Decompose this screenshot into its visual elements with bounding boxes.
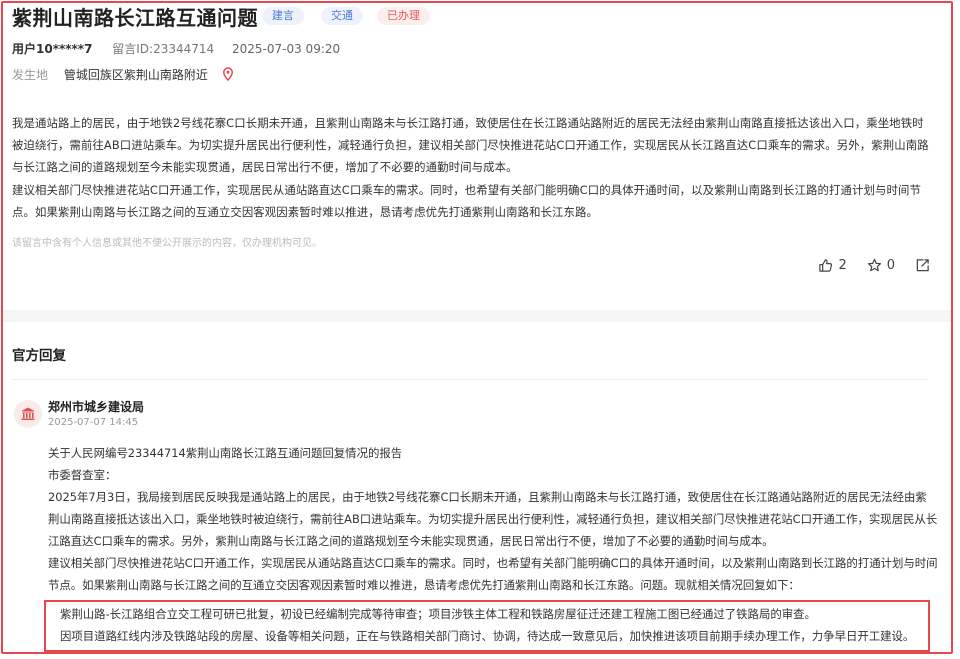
reply-line: 市委督查室： [48,468,117,482]
post-paragraph: 我是通站路上的居民，由于地铁2号线花寨C口长期未开通，且紫荆山南路未与长江路打通… [12,116,929,175]
favorite-button[interactable]: 0 [867,258,895,273]
status-badge: 已办理 [377,7,430,25]
section-divider [3,310,951,322]
share-button[interactable] [915,258,930,273]
reply-content: 关于人民网编号23344714紫荆山南路长江路互通问题回复情况的报告 市委督查室… [48,442,938,596]
message-id: 留言ID:23344714 [112,42,215,56]
reply-highlight: 紫荆山路-长江路组合立交工程可研已批复，初设已经编制完成等待审查；项目涉铁主体工… [60,603,926,647]
reply-org-name[interactable]: 郑州市城乡建设局 [48,398,144,415]
reply-highlight-line: 因项目道路红线内涉及铁路站段的房屋、设备等相关问题，正在与铁路相关部门商讨、协调… [60,629,915,643]
like-button[interactable]: 2 [818,258,847,273]
thumbs-up-icon [819,259,833,272]
tag-suggestion[interactable]: 建言 [262,7,304,25]
post-actions: 2 0 [804,258,930,273]
reply-line: 关于人民网编号23344714紫荆山南路长江路互通问题回复情况的报告 [48,446,403,460]
tag-traffic[interactable]: 交通 [321,7,363,25]
page-title: 紫荆山南路长江路互通问题 [12,6,258,30]
reply-highlight-line: 紫荆山路-长江路组合立交工程可研已批复，初设已经编制完成等待审查；项目涉铁主体工… [60,607,816,621]
post-datetime: 2025-07-03 09:20 [232,42,341,56]
post-meta: 用户10*****7 留言ID:23344714 2025-07-03 09:2… [12,40,340,57]
post-paragraph: 建议相关部门尽快推进花站C口开通工作，实现居民从通站路直达C口乘车的需求。同时，… [12,182,921,219]
star-icon [867,258,881,272]
divider [12,379,928,380]
user-name[interactable]: 用户10*****7 [12,42,92,56]
reply-line: 建议相关部门尽快推进花站C口开通工作，实现居民从通站路直达C口乘车的需求。同时，… [48,556,938,592]
reply-section-title: 官方回复 [12,348,66,364]
like-count: 2 [838,258,847,273]
location-label: 发生地 [12,68,49,82]
location-pin-icon[interactable] [222,67,234,84]
privacy-note: 该留言中含有个人信息或其他不便公开展示的内容，仅办理机构可见。 [12,238,322,249]
star-count: 0 [886,258,895,273]
share-icon [916,259,929,272]
government-building-icon [14,400,42,428]
reply-line: 2025年7月3日，我局接到居民反映我是通站路上的居民，由于地铁2号线花寨C口长… [48,490,938,548]
reply-date: 2025-07-07 14:45 [48,417,139,428]
post-content: 我是通站路上的居民，由于地铁2号线花寨C口长期未开通，且紫荆山南路未与长江路打通… [12,112,930,223]
location-text: 管城回族区紫荆山南路附近 [63,68,208,82]
location-row: 发生地 管城回族区紫荆山南路附近 [12,66,234,84]
